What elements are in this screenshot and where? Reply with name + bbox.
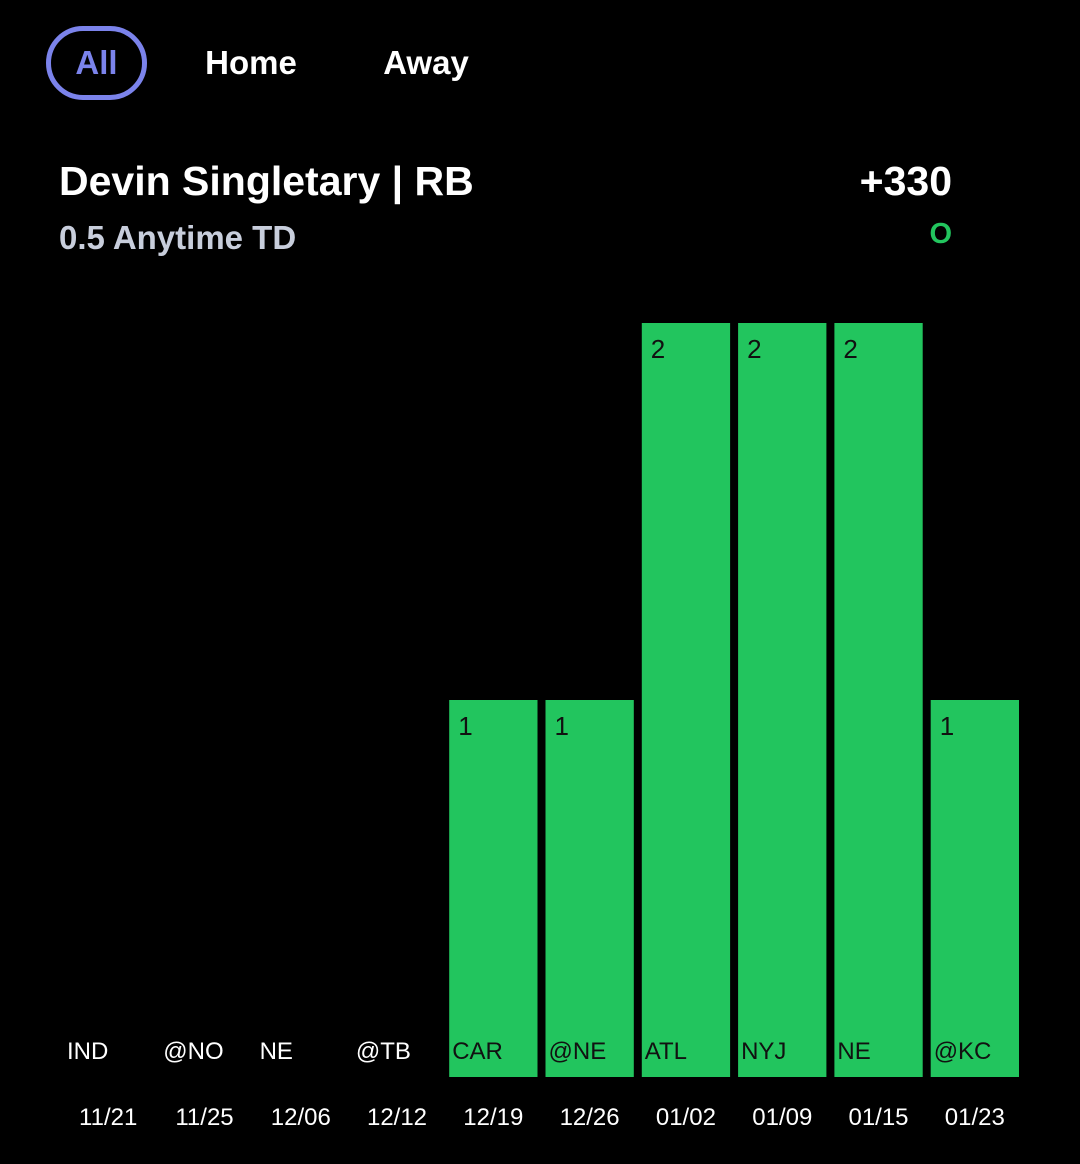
date-tick-label: 01/15	[848, 1104, 908, 1131]
bar-value-label: 2	[747, 334, 761, 364]
opponent-label: NE	[260, 1038, 293, 1065]
bar-01-09[interactable]	[738, 323, 827, 1077]
opponent-label: IND	[67, 1038, 108, 1065]
bar-12-26[interactable]	[545, 700, 634, 1077]
opponent-label: @TB	[356, 1038, 411, 1065]
date-tick-label: 11/25	[175, 1104, 233, 1131]
bar-value-label: 1	[458, 711, 472, 741]
bar-01-02[interactable]	[641, 323, 731, 1077]
opponent-label: CAR	[452, 1038, 503, 1065]
opponent-label: @NO	[163, 1038, 223, 1065]
date-tick-label: 11/21	[79, 1104, 137, 1131]
bar-value-label: 2	[843, 334, 857, 364]
date-tick-label: 12/19	[463, 1104, 523, 1131]
date-tick-label: 01/09	[752, 1104, 812, 1131]
game-log-bar-chart: IND 11/21 @NO 11/25 NE 12/06 @TB 12/12 1 CAR 12/19…	[67, 323, 1019, 1131]
bar-value-label: 2	[651, 334, 665, 364]
date-tick-label: 12/12	[367, 1104, 427, 1131]
date-tick-label: 12/06	[271, 1104, 331, 1131]
opponent-label: NE	[837, 1038, 870, 1065]
opponent-label: NYJ	[741, 1038, 786, 1065]
bar-01-15[interactable]	[834, 323, 923, 1077]
opponent-label: @NE	[549, 1038, 607, 1065]
date-tick-label: 01/02	[656, 1104, 716, 1131]
opponent-label: ATL	[645, 1038, 687, 1065]
date-tick-label: 01/23	[945, 1104, 1005, 1131]
opponent-label: @KC	[934, 1038, 992, 1065]
bar-01-23[interactable]	[930, 700, 1019, 1077]
bar-value-label: 1	[555, 711, 569, 741]
bar-value-label: 1	[940, 711, 954, 741]
bar-12-19[interactable]	[449, 700, 538, 1077]
date-tick-label: 12/26	[560, 1104, 620, 1131]
